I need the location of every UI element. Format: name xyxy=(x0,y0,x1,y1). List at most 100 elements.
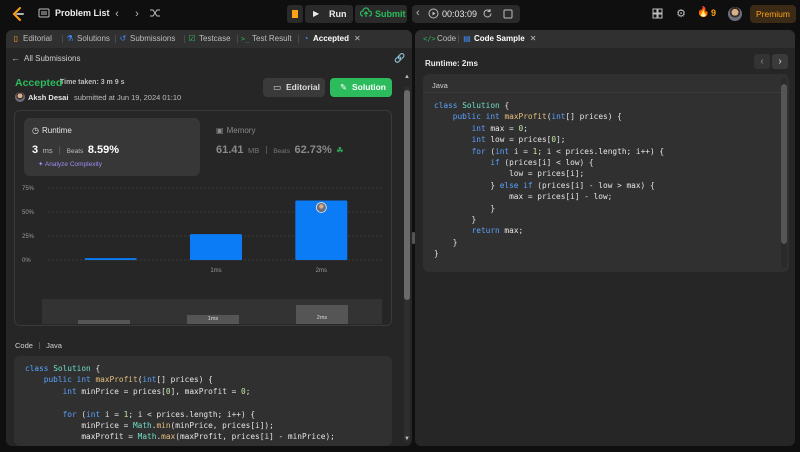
chevron-left-icon[interactable]: ‹ xyxy=(112,7,122,21)
code-line: } xyxy=(434,249,439,259)
tab-accepted[interactable]: ◔ Accepted ✕ xyxy=(302,33,361,45)
code-sample-panel: </>Code ▤ Code Sample ✕ Runtime: 2ms ‹ › J… xyxy=(415,30,795,446)
timer-play-icon[interactable] xyxy=(428,8,439,21)
code-line: public int maxProfit(int[] prices) { xyxy=(452,112,622,122)
tab-divider xyxy=(62,35,63,43)
tab-testcase[interactable]: ☑ Testcase xyxy=(188,33,230,45)
reset-icon[interactable] xyxy=(482,8,493,21)
close-icon[interactable]: ✕ xyxy=(354,34,361,43)
book-icon: ▯ xyxy=(13,34,19,43)
chevron-left-icon: ‹ xyxy=(760,56,764,67)
code-line: maxProfit = Math.max(maxProfit, prices[i… xyxy=(25,432,335,442)
all-submissions-link[interactable]: All Submissions xyxy=(24,54,80,63)
runtime-beats: 8.59% xyxy=(87,144,120,156)
scroll-up-icon[interactable]: ▲ xyxy=(404,74,410,80)
y-tick-label: 75% xyxy=(22,186,35,192)
file-icon: ▤ xyxy=(463,34,471,43)
status-accepted: Accepted xyxy=(15,77,63,89)
chevron-right-icon: › xyxy=(778,56,782,67)
clock-icon: ◔ xyxy=(303,34,309,43)
code-scrollbar[interactable] xyxy=(781,78,787,268)
avatar-face xyxy=(319,204,324,209)
chevron-right-icon[interactable]: › xyxy=(132,7,142,21)
divider xyxy=(59,146,61,154)
user-position-avatar xyxy=(315,202,327,213)
tab-code[interactable]: </>Code xyxy=(423,33,456,45)
tab-editorial[interactable]: ▯ Editorial xyxy=(12,33,52,45)
tab-divider xyxy=(458,35,459,43)
debug-button[interactable] xyxy=(287,5,303,23)
scrollbar-thumb[interactable] xyxy=(781,84,787,244)
chip-icon: ▣ xyxy=(216,126,224,135)
x-tick-label: 2ms xyxy=(316,268,327,274)
history-icon: ↺ xyxy=(119,34,127,43)
code-line: int minPrice = prices[0], maxProfit = 0; xyxy=(62,386,251,396)
collapse-left-icon[interactable]: ‹ xyxy=(416,7,420,19)
back-arrow-icon[interactable]: ← xyxy=(11,53,20,63)
left-scrollbar[interactable] xyxy=(404,86,410,442)
user-avatar[interactable] xyxy=(15,92,25,102)
problem-list-link[interactable]: Problem List xyxy=(55,8,110,18)
tab-submissions[interactable]: ↺ Submissions xyxy=(119,33,176,45)
submit-button[interactable]: Submit xyxy=(355,5,407,23)
tab-solutions[interactable]: ⚗ Solutions xyxy=(66,33,110,45)
right-tabbar: </>Code ▤ Code Sample ✕ xyxy=(415,30,795,48)
prev-sample-button[interactable]: ‹ xyxy=(754,54,770,69)
avatar[interactable] xyxy=(728,7,742,21)
sparkle-icon: ✦ xyxy=(38,161,44,168)
chart-bar-0ms[interactable] xyxy=(84,258,137,260)
code-language: Java xyxy=(46,341,62,350)
leetcode-logo-icon[interactable] xyxy=(10,6,26,22)
code-line: class Solution { xyxy=(434,101,510,110)
code-line: } else if (prices[i] - low > max) { xyxy=(434,180,655,190)
code-line: class Solution { xyxy=(25,364,101,373)
list-icon[interactable] xyxy=(38,7,50,19)
code-line: for (int i = 1; i < prices.length; i++) … xyxy=(471,146,665,156)
code-line: max = prices[i] - low; xyxy=(434,192,613,202)
shuffle-icon[interactable] xyxy=(149,7,161,19)
username[interactable]: Aksh Desai xyxy=(28,93,68,102)
code-lines: class Solution { public int maxProfit(in… xyxy=(434,100,664,260)
timer-value: 00:03:09 xyxy=(442,9,478,19)
edit-icon: ✎ xyxy=(340,82,348,92)
tab-test-result[interactable]: >_ Test Result xyxy=(241,33,292,45)
x-tick-label: 1ms xyxy=(210,268,221,274)
navigator-bar xyxy=(78,320,130,324)
runtime-unit: ms xyxy=(42,146,53,155)
analyze-complexity-link[interactable]: ✦ Analyze Complexity xyxy=(38,160,102,168)
premium-button[interactable]: Premium xyxy=(750,5,796,23)
link-icon[interactable]: 🔗 xyxy=(394,53,405,64)
scrollbar-thumb[interactable] xyxy=(404,90,410,300)
grid-icon[interactable] xyxy=(652,8,664,19)
scroll-down-icon[interactable]: ▼ xyxy=(404,436,410,442)
run-button[interactable]: ▶ Run xyxy=(305,5,353,23)
fire-icon[interactable]: 🔥 xyxy=(697,7,709,18)
code-label: Code xyxy=(15,341,33,350)
leaf-icon: ☘ xyxy=(336,146,344,155)
terminal-icon: >_ xyxy=(241,35,250,43)
gear-icon[interactable]: ⚙ xyxy=(675,7,687,21)
y-tick-label: 50% xyxy=(22,210,35,216)
divider xyxy=(39,342,41,349)
runtime-value: 3 xyxy=(32,144,39,156)
left-tabbar: ▯ Editorial ⚗ Solutions ↺ Submissions ☑ Test… xyxy=(6,30,412,48)
memory-card[interactable]: ▣ Memory 61.41 MB Beats 62.73% ☘ xyxy=(214,118,384,176)
tab-code-sample[interactable]: ▤ Code Sample ✕ xyxy=(463,33,536,45)
navigator-bar: 2ms xyxy=(296,305,348,324)
close-icon[interactable]: ✕ xyxy=(530,34,537,43)
sample-code-block[interactable]: Java class Solution { public int maxProf… xyxy=(423,74,789,272)
code-line: low = prices[i]; xyxy=(434,169,585,179)
code-line: minPrice = Math.min(minPrice, prices[i])… xyxy=(25,421,274,431)
sample-runtime: Runtime: 2ms xyxy=(425,59,478,68)
chart-bar-1ms[interactable] xyxy=(190,234,242,260)
solution-button[interactable]: ✎ Solution xyxy=(330,78,392,97)
notes-button[interactable] xyxy=(499,5,517,23)
code-line: for (int i = 1; i < prices.length; i++) … xyxy=(62,409,256,419)
editorial-button[interactable]: ▭ Editorial xyxy=(263,78,325,97)
submitted-code-block[interactable]: class Solution { public int maxProfit(in… xyxy=(14,356,392,446)
streak-count[interactable]: 9 xyxy=(711,8,716,18)
runtime-card[interactable]: ◷ Runtime 3 ms Beats 8.59% ✦ Analyze Comp… xyxy=(24,118,200,176)
book-open-icon: ▭ xyxy=(273,82,282,92)
next-sample-button[interactable]: › xyxy=(772,54,788,69)
